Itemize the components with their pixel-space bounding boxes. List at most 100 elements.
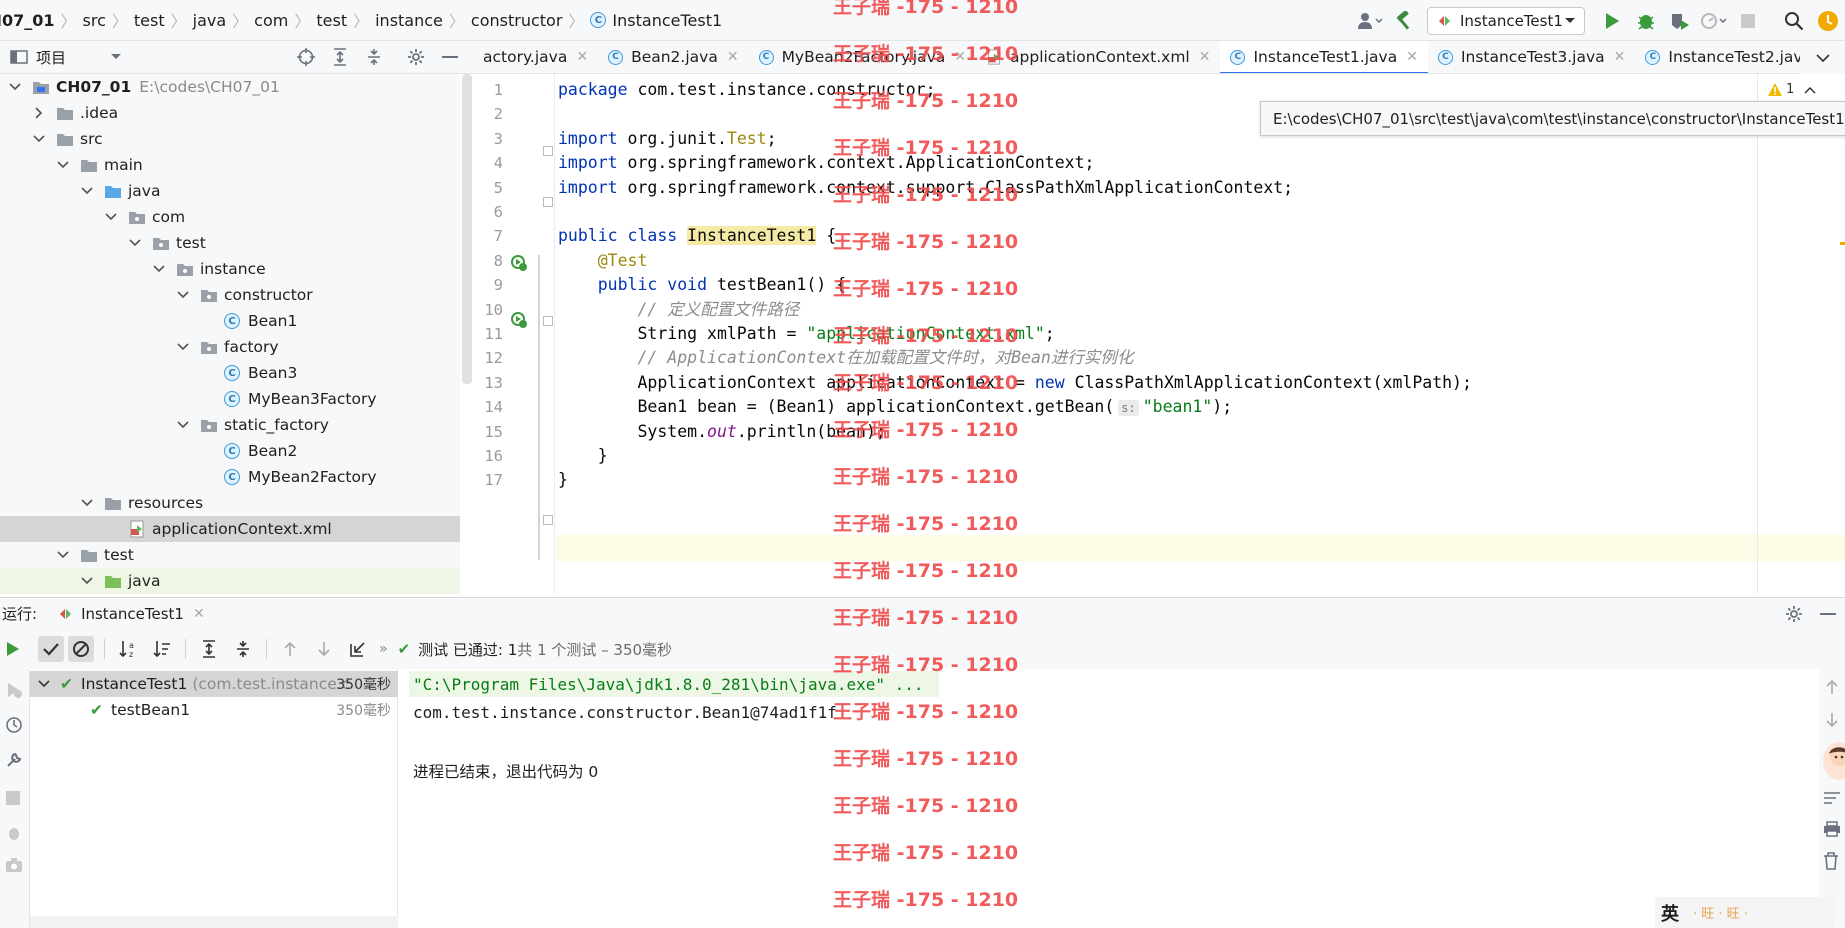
chevron-down-icon[interactable]: [56, 548, 70, 562]
build-hammer-icon[interactable]: [1389, 6, 1419, 36]
run-tab[interactable]: InstanceTest1 ✕: [57, 605, 205, 623]
breadcrumb-item[interactable]: test: [134, 11, 165, 30]
breadcrumb-item[interactable]: I07_01: [0, 11, 54, 30]
fold-marker-icon[interactable]: [543, 146, 553, 156]
coverage-icon[interactable]: [1665, 6, 1695, 36]
tree-item[interactable]: java: [0, 178, 460, 204]
project-panel-title[interactable]: 项目: [36, 47, 66, 68]
vcs-user-icon[interactable]: [1355, 6, 1385, 36]
search-icon[interactable]: [1779, 6, 1809, 36]
collapse-all-icon[interactable]: [230, 636, 256, 662]
warning-stripe-marker[interactable]: [1840, 242, 1845, 245]
tree-item[interactable]: test: [0, 542, 460, 568]
chevron-down-icon[interactable]: [104, 210, 118, 224]
ime-language[interactable]: 英: [1661, 900, 1679, 926]
fold-marker-icon[interactable]: [543, 316, 553, 326]
sort-alphabetically-icon[interactable]: az: [115, 636, 141, 662]
chevron-up-icon[interactable]: [1804, 86, 1816, 94]
tree-item[interactable]: java: [0, 568, 460, 594]
tree-item[interactable]: C Bean3: [0, 360, 460, 386]
tree-item[interactable]: resources: [0, 490, 460, 516]
chevron-down-icon[interactable]: [80, 574, 94, 588]
tree-item[interactable]: C Bean1: [0, 308, 460, 334]
chevron-down-icon[interactable]: [110, 53, 122, 61]
scroll-up-icon[interactable]: [1825, 679, 1839, 695]
tree-scrollbar[interactable]: [462, 74, 472, 384]
stop-icon[interactable]: [1733, 6, 1763, 36]
ime-toolbar[interactable]: 英 · 旺 · 旺 ·: [1655, 897, 1835, 928]
close-icon[interactable]: ✕: [727, 49, 739, 65]
wrench-icon[interactable]: [5, 751, 23, 769]
close-icon[interactable]: ✕: [193, 606, 205, 622]
debug-icon[interactable]: [1631, 6, 1661, 36]
tree-item[interactable]: factory: [0, 334, 460, 360]
import-tests-icon[interactable]: [345, 636, 371, 662]
tree-item[interactable]: src: [0, 126, 460, 152]
tree-item[interactable]: test: [0, 230, 460, 256]
tree-item[interactable]: com: [0, 204, 460, 230]
breadcrumb-item[interactable]: constructor: [471, 11, 563, 30]
debug-icon[interactable]: [5, 824, 23, 842]
hide-panel-icon[interactable]: [437, 44, 463, 70]
gear-icon[interactable]: [403, 44, 429, 70]
trash-icon[interactable]: [1823, 852, 1839, 870]
camera-icon[interactable]: [5, 857, 23, 873]
close-icon[interactable]: ✕: [1614, 49, 1626, 65]
more-chevron-icon[interactable]: »: [379, 641, 388, 657]
breadcrumb-item[interactable]: src: [83, 11, 106, 30]
scroll-down-icon[interactable]: [1825, 712, 1839, 728]
next-test-icon[interactable]: [311, 636, 337, 662]
chevron-right-icon[interactable]: [32, 106, 46, 120]
tree-item[interactable]: C MyBean2Factory: [0, 464, 460, 490]
close-icon[interactable]: ✕: [576, 49, 588, 65]
test-row[interactable]: ✔ testBean1: [90, 697, 190, 723]
profile-icon[interactable]: [1699, 6, 1729, 36]
previous-test-icon[interactable]: [277, 636, 303, 662]
chevron-down-icon[interactable]: [176, 418, 190, 432]
horizontal-scrollbar[interactable]: [30, 916, 398, 928]
stop-icon[interactable]: [6, 791, 20, 805]
run-test-method-gutter-icon[interactable]: [510, 311, 528, 329]
editor-tab[interactable]: actory.java ✕: [475, 41, 598, 73]
chevron-down-icon[interactable]: [56, 158, 70, 172]
chevron-down-icon[interactable]: [176, 288, 190, 302]
editor-tab[interactable]: C InstanceTest3.java ✕: [1428, 41, 1635, 73]
chevron-down-icon[interactable]: [80, 184, 94, 198]
chevron-down-icon[interactable]: [176, 340, 190, 354]
run-configuration-select[interactable]: InstanceTest1: [1427, 6, 1585, 35]
tree-item[interactable]: constructor: [0, 282, 460, 308]
wrap-lines-icon[interactable]: [1823, 791, 1841, 805]
tree-item[interactable]: static_factory: [0, 412, 460, 438]
breadcrumb-item[interactable]: instance: [375, 11, 443, 30]
expand-all-icon[interactable]: [327, 44, 353, 70]
chevron-down-icon[interactable]: [38, 680, 50, 688]
tree-item[interactable]: CH07_01 E:\codes\CH07_01: [0, 74, 460, 100]
gear-icon[interactable]: [1781, 601, 1807, 627]
close-icon[interactable]: ✕: [1406, 49, 1418, 65]
fold-marker-icon[interactable]: [543, 515, 553, 525]
tree-item[interactable]: main: [0, 152, 460, 178]
locate-file-icon[interactable]: [293, 44, 319, 70]
tree-item[interactable]: C Bean2: [0, 438, 460, 464]
chevron-down-icon[interactable]: [32, 132, 46, 146]
editor-tab[interactable]: C InstanceTest1.java ✕: [1220, 41, 1429, 73]
toggle-auto-test-icon[interactable]: [5, 716, 23, 734]
chevron-down-icon[interactable]: [80, 496, 94, 510]
chevron-down-icon[interactable]: [152, 262, 166, 276]
hide-panel-icon[interactable]: [1815, 601, 1841, 627]
tabs-overflow-chevron-icon[interactable]: [1800, 41, 1845, 74]
run-icon[interactable]: [1597, 6, 1627, 36]
chevron-down-icon[interactable]: [8, 80, 22, 94]
expand-all-icon[interactable]: [196, 636, 222, 662]
run-test-class-gutter-icon[interactable]: [510, 254, 528, 272]
fold-marker-icon[interactable]: [543, 197, 553, 207]
tree-item[interactable]: .idea: [0, 100, 460, 126]
breadcrumb-item[interactable]: java: [193, 11, 227, 30]
collapse-all-icon[interactable]: [361, 44, 387, 70]
tree-item[interactable]: applicationContext.xml: [0, 516, 460, 542]
tree-item[interactable]: instance: [0, 256, 460, 282]
breadcrumb-item[interactable]: InstanceTest1: [612, 11, 722, 30]
breadcrumb-item[interactable]: com: [254, 11, 288, 30]
chevron-down-icon[interactable]: [128, 236, 142, 250]
rerun-icon[interactable]: [0, 636, 26, 662]
